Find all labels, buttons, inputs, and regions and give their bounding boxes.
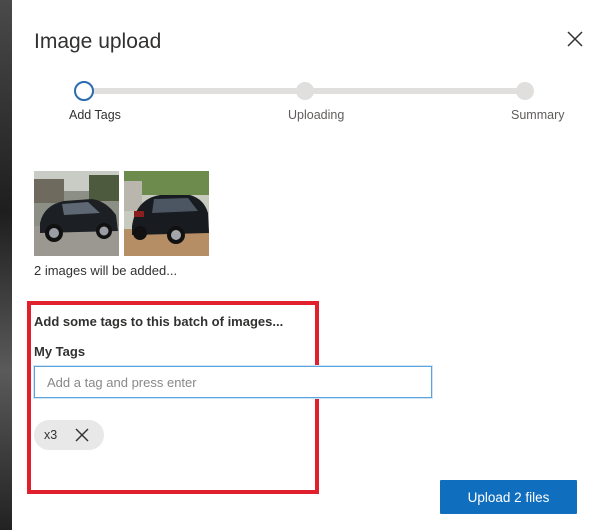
dialog-title: Image upload xyxy=(34,30,162,53)
close-icon xyxy=(567,31,583,47)
car-photo-front xyxy=(34,171,119,256)
my-tags-label: My Tags xyxy=(34,344,86,359)
images-caption: 2 images will be added... xyxy=(34,263,178,278)
tags-heading: Add some tags to this batch of images... xyxy=(34,314,284,329)
step-dot-uploading xyxy=(296,82,314,100)
image-upload-dialog: Image upload Add Tags Uploading Summary xyxy=(12,0,600,530)
step-dot-summary xyxy=(516,82,534,100)
step-dot-add-tags xyxy=(74,81,94,101)
car-photo-rear xyxy=(124,171,209,256)
tag-chip-label: x3 xyxy=(44,428,58,442)
step-label-add-tags: Add Tags xyxy=(69,108,121,122)
close-icon xyxy=(75,428,89,442)
upload-files-button[interactable]: Upload 2 files xyxy=(440,480,577,514)
tag-chip: x3 xyxy=(34,420,104,450)
remove-tag-button[interactable] xyxy=(74,427,90,443)
step-label-summary: Summary xyxy=(511,108,565,122)
tag-input[interactable] xyxy=(34,366,432,398)
backdrop-strip xyxy=(0,0,12,530)
image-thumbnail xyxy=(34,171,119,256)
close-button[interactable] xyxy=(562,26,588,52)
step-label-uploading: Uploading xyxy=(288,108,345,122)
image-thumbnail xyxy=(124,171,209,256)
